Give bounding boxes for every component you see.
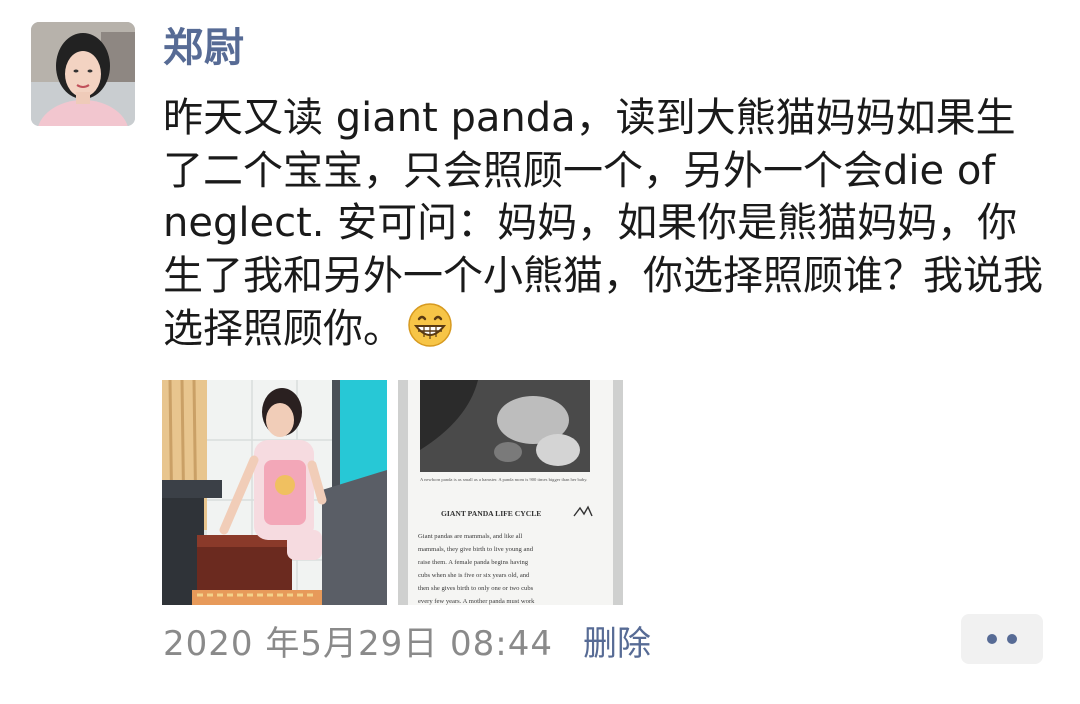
more-dot-icon: [1007, 634, 1017, 644]
book-caption: A newborn panda is as small as a hamster…: [420, 477, 587, 482]
book-body-line: every few years. A mother panda must wor…: [418, 598, 535, 605]
child-photo: [162, 380, 387, 605]
book-heading: GIANT PANDA LIFE CYCLE: [441, 509, 541, 518]
post-text: 昨天又读 giant panda，读到大熊猫妈妈如果生了二个宝宝，只会照顾一个，…: [163, 95, 1043, 352]
post-footer: 2020 年5月29日 08:44 删除: [163, 615, 651, 665]
post-image-2[interactable]: A newborn panda is as small as a hamster…: [398, 380, 623, 605]
post-content: 昨天又读 giant panda，读到大熊猫妈妈如果生了二个宝宝，只会照顾一个，…: [163, 92, 1053, 356]
book-body-line: Giant pandas are mammals, and like all: [418, 533, 522, 540]
grinning-face-emoji-icon: [407, 302, 453, 348]
more-dot-icon: [987, 634, 997, 644]
delete-button[interactable]: 删除: [583, 616, 651, 665]
book-body-line: raise them. A female panda begins having: [418, 559, 529, 566]
post-image-1[interactable]: [162, 380, 387, 605]
book-body-line: mammals, they give birth to live young a…: [418, 546, 534, 553]
book-body-line: then she gives birth to only one or two …: [418, 585, 534, 592]
post-timestamp: 2020 年5月29日 08:44: [163, 623, 554, 664]
author-name[interactable]: 郑尉: [163, 20, 245, 76]
book-page-photo: A newborn panda is as small as a hamster…: [398, 380, 623, 605]
moment-post: 郑尉 昨天又读 giant panda，读到大熊猫妈妈如果生了二个宝宝，只会照顾…: [0, 0, 1080, 704]
more-actions-button[interactable]: [961, 614, 1043, 664]
avatar[interactable]: [31, 22, 135, 126]
avatar-photo: [31, 22, 135, 126]
book-body-line: cubs when she is five or six years old, …: [418, 572, 530, 579]
